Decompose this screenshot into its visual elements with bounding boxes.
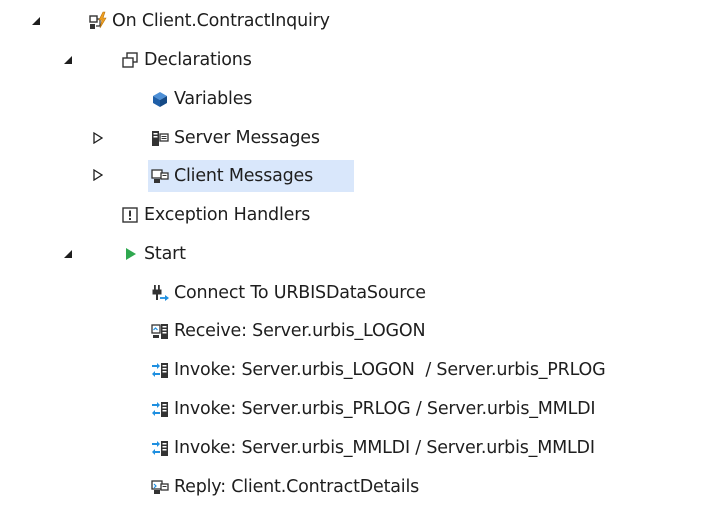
exception-icon bbox=[120, 205, 140, 225]
expand-arrow-icon[interactable] bbox=[86, 123, 110, 153]
tree-row-invoke: Invoke: Server.urbis_MMLDI / Server.urbi… bbox=[0, 433, 709, 463]
tree-row-server-messages: Server Messages bbox=[0, 123, 709, 153]
tree-item-invoke[interactable]: Invoke: Server.urbis_LOGON / Server.urbi… bbox=[148, 355, 609, 385]
server-messages-icon bbox=[150, 128, 170, 148]
tree-item-label: Declarations bbox=[144, 50, 252, 70]
tree-item-server-messages[interactable]: Server Messages bbox=[148, 123, 324, 153]
tree-row-connect: Connect To URBISDataSource bbox=[0, 278, 709, 308]
tree-row-invoke: Invoke: Server.urbis_PRLOG / Server.urbi… bbox=[0, 394, 709, 424]
tree-item-client-messages[interactable]: Client Messages bbox=[148, 160, 354, 192]
tree-item-label: On Client.ContractInquiry bbox=[112, 11, 330, 31]
tree-item-connect[interactable]: Connect To URBISDataSource bbox=[148, 278, 430, 308]
tree-item-root[interactable]: On Client.ContractInquiry bbox=[86, 6, 334, 36]
tree-row-variables: Variables bbox=[0, 84, 709, 114]
tree-item-label: Reply: Client.ContractDetails bbox=[174, 477, 420, 497]
tree-item-invoke[interactable]: Invoke: Server.urbis_MMLDI / Server.urbi… bbox=[148, 433, 599, 463]
tree-row-root: On Client.ContractInquiry bbox=[0, 6, 709, 36]
start-icon bbox=[120, 244, 140, 264]
collapse-arrow-icon[interactable] bbox=[24, 6, 48, 36]
collapse-arrow-icon[interactable] bbox=[56, 45, 80, 75]
tree-item-start[interactable]: Start bbox=[118, 239, 190, 269]
tree-item-invoke[interactable]: Invoke: Server.urbis_PRLOG / Server.urbi… bbox=[148, 394, 599, 424]
tree-item-declarations[interactable]: Declarations bbox=[118, 45, 256, 75]
tree-item-label: Connect To URBISDataSource bbox=[174, 283, 426, 303]
orchestration-tree: On Client.ContractInquiry Declarations V… bbox=[0, 0, 709, 532]
tree-item-label: Start bbox=[144, 244, 186, 264]
collapse-arrow-icon[interactable] bbox=[56, 239, 80, 269]
tree-item-reply[interactable]: Reply: Client.ContractDetails bbox=[148, 472, 423, 502]
tree-item-label: Client Messages bbox=[174, 166, 314, 186]
tree-row-start: Start bbox=[0, 239, 709, 269]
tree-row-receive: Receive: Server.urbis_LOGON bbox=[0, 316, 709, 346]
tree-item-label: Invoke: Server.urbis_PRLOG / Server.urbi… bbox=[174, 399, 596, 419]
expand-arrow-icon[interactable] bbox=[86, 160, 110, 190]
receive-icon bbox=[150, 321, 170, 341]
connect-icon bbox=[150, 283, 170, 303]
tree-row-reply: Reply: Client.ContractDetails bbox=[0, 472, 709, 502]
invoke-icon bbox=[150, 438, 170, 458]
tree-item-label: Exception Handlers bbox=[144, 205, 311, 225]
tree-item-label: Receive: Server.urbis_LOGON bbox=[174, 321, 426, 341]
variables-icon bbox=[150, 89, 170, 109]
tree-row-declarations: Declarations bbox=[0, 45, 709, 75]
tree-row-exception-handlers: Exception Handlers bbox=[0, 200, 709, 230]
tree-item-label: Invoke: Server.urbis_MMLDI / Server.urbi… bbox=[174, 438, 595, 458]
tree-item-label: Invoke: Server.urbis_LOGON / Server.urbi… bbox=[174, 360, 606, 380]
client-messages-icon bbox=[150, 166, 170, 186]
tree-row-client-messages: Client Messages bbox=[0, 160, 709, 192]
tree-item-label: Server Messages bbox=[174, 128, 320, 148]
tree-item-receive[interactable]: Receive: Server.urbis_LOGON bbox=[148, 316, 429, 346]
orchestration-icon bbox=[88, 11, 108, 31]
tree-row-invoke: Invoke: Server.urbis_LOGON / Server.urbi… bbox=[0, 355, 709, 385]
invoke-icon bbox=[150, 360, 170, 380]
tree-item-label: Variables bbox=[174, 89, 253, 109]
declarations-icon bbox=[120, 50, 140, 70]
invoke-icon bbox=[150, 399, 170, 419]
reply-icon bbox=[150, 477, 170, 497]
tree-item-variables[interactable]: Variables bbox=[148, 84, 256, 114]
tree-item-exception-handlers[interactable]: Exception Handlers bbox=[118, 200, 314, 230]
